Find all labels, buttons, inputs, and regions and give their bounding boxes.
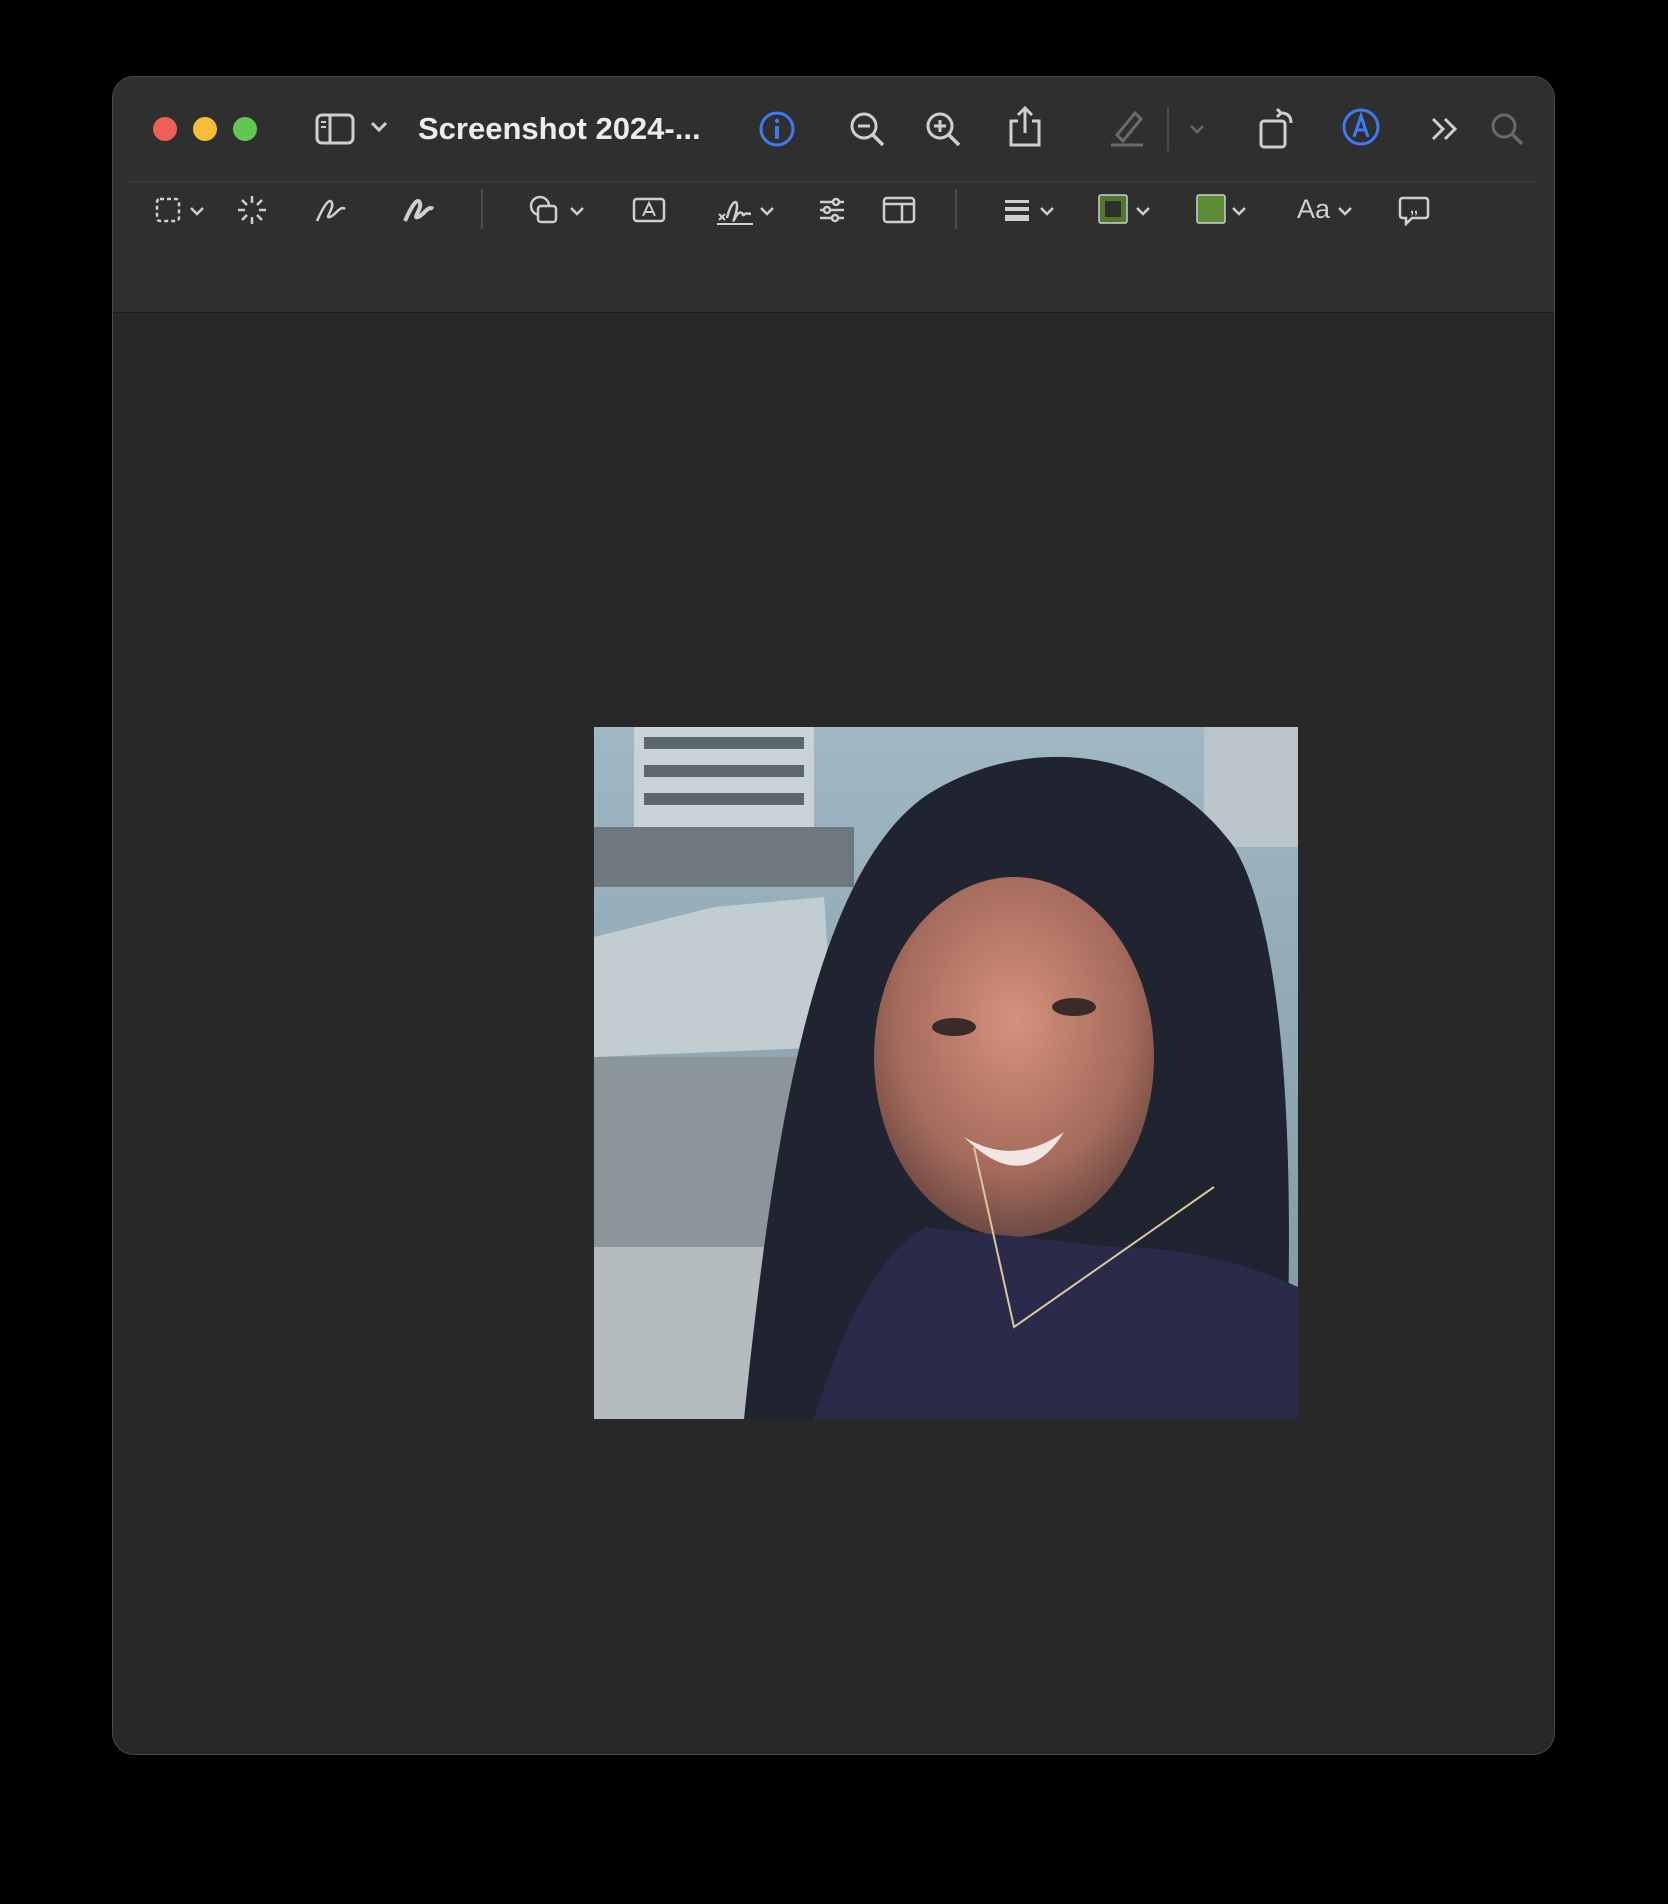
info-icon[interactable] (755, 107, 799, 151)
chevron-down-icon[interactable] (1133, 203, 1153, 219)
minimize-window-button[interactable] (193, 117, 217, 141)
chevron-down-icon[interactable] (1037, 203, 1057, 219)
toolbar-separator (481, 189, 483, 229)
toolbar-separator (955, 189, 957, 229)
chevron-down-icon[interactable] (757, 203, 777, 219)
zoom-window-button[interactable] (233, 117, 257, 141)
search-icon[interactable] (1485, 107, 1529, 151)
line-style-icon[interactable] (1001, 195, 1033, 225)
signature-icon[interactable] (715, 191, 755, 229)
sidebar-icon[interactable] (313, 107, 357, 151)
chevron-down-icon[interactable] (187, 203, 207, 219)
font-button[interactable]: Aa (1297, 191, 1330, 227)
rotate-icon[interactable] (1255, 105, 1299, 153)
shapes-icon[interactable] (527, 193, 561, 227)
preview-window: Screenshot 2024-... Aa ,, (112, 76, 1555, 1755)
draw-icon[interactable] (401, 193, 437, 227)
sketch-icon[interactable] (313, 193, 349, 227)
zoom-in-icon[interactable] (921, 107, 965, 151)
markup-icon[interactable] (1339, 105, 1383, 149)
fill-color-icon[interactable] (1195, 193, 1227, 225)
note-icon[interactable]: ,, (1397, 193, 1431, 227)
more-icon[interactable] (1425, 109, 1465, 149)
chevron-down-icon[interactable] (1185, 117, 1209, 141)
border-color-icon[interactable] (1097, 193, 1129, 225)
text-box-icon[interactable] (631, 195, 667, 225)
chevron-down-icon[interactable] (367, 115, 391, 139)
highlight-pen-icon[interactable] (1105, 105, 1149, 149)
share-icon[interactable] (1003, 103, 1047, 151)
opened-photo (594, 727, 1298, 1419)
svg-text:,,: ,, (1410, 200, 1418, 216)
page-layout-icon[interactable] (881, 193, 917, 227)
instant-alpha-icon[interactable] (235, 193, 269, 227)
zoom-out-icon[interactable] (845, 107, 889, 151)
adjust-color-icon[interactable] (815, 193, 849, 227)
close-window-button[interactable] (153, 117, 177, 141)
toolbar-divider (129, 181, 1538, 182)
selection-icon[interactable] (153, 195, 183, 225)
window-title: Screenshot 2024-... (418, 111, 701, 146)
chevron-down-icon[interactable] (567, 203, 587, 219)
chevron-down-icon[interactable] (1229, 203, 1249, 219)
chevron-down-icon[interactable] (1335, 203, 1355, 219)
toolbar-separator (1167, 107, 1169, 151)
